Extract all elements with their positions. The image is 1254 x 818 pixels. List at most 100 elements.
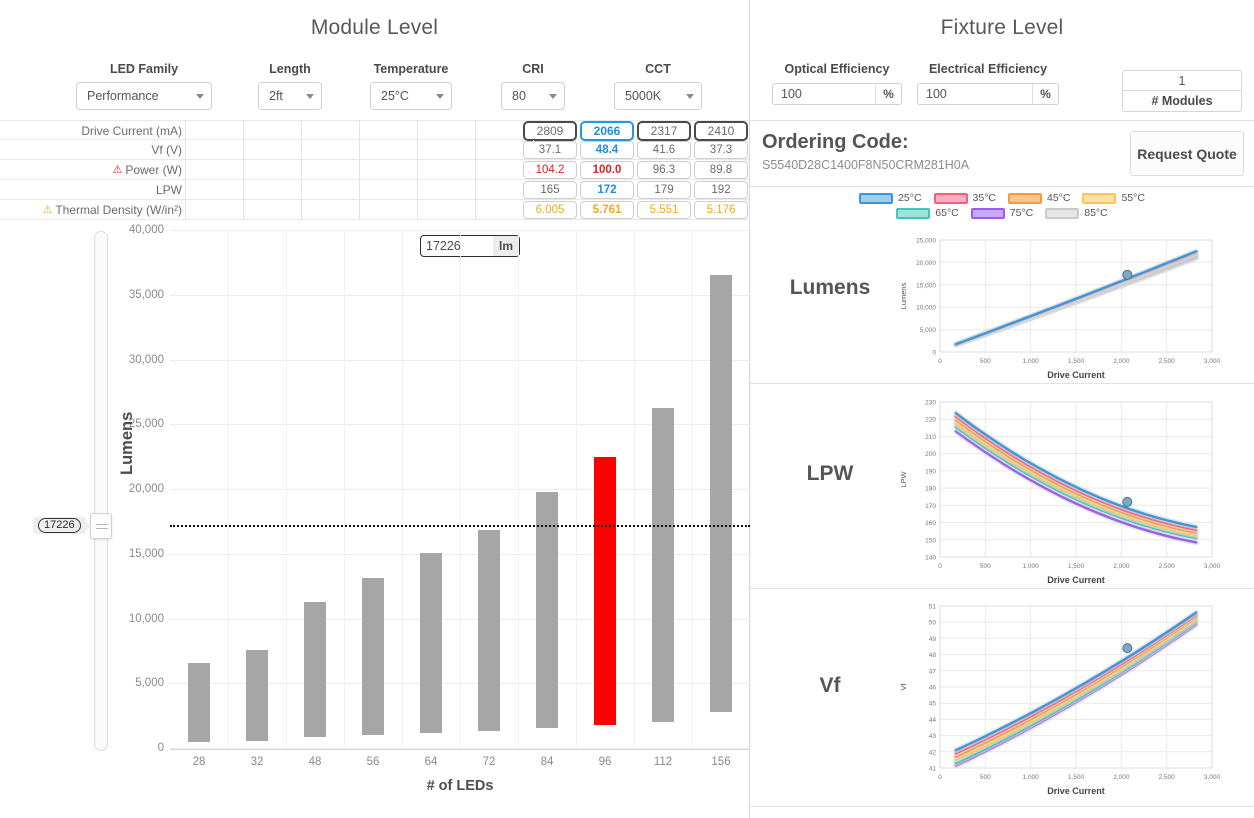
metrics-row-label-text: Vf (V) xyxy=(151,143,182,157)
bar-chart-x-axis xyxy=(170,749,750,750)
bar-chart-bar[interactable] xyxy=(246,650,268,741)
selector-cri[interactable]: CRI 80 xyxy=(501,62,565,110)
selector-temperature[interactable]: Temperature 25°C xyxy=(370,62,452,110)
optical-efficiency-input[interactable]: 100 % xyxy=(772,83,902,105)
bar-chart-bar[interactable] xyxy=(304,602,326,737)
bar-chart-bar[interactable] xyxy=(594,456,616,726)
svg-text:25,000: 25,000 xyxy=(916,238,936,245)
bar-chart-y-tick-label: 30,000 xyxy=(128,353,164,366)
svg-text:2,500: 2,500 xyxy=(1159,358,1176,365)
bar-chart-bar[interactable] xyxy=(536,492,558,729)
table-grid-line xyxy=(417,121,418,141)
bar-chart-x-tick-label: 156 xyxy=(711,756,731,768)
selector-led-family[interactable]: LED Family Performance xyxy=(76,62,212,110)
metrics-cell[interactable]: 2809 xyxy=(523,121,577,141)
module-count-group[interactable]: 1 # Modules xyxy=(1122,70,1242,112)
svg-text:48: 48 xyxy=(929,652,937,659)
metrics-row-label-text: Drive Current (mA) xyxy=(81,124,182,138)
selector-led-family-value: Performance xyxy=(87,89,159,103)
selector-cct-value: 5000K xyxy=(625,89,662,103)
ordering-code-value: S5540D28C1400F8N50CRM281H0A xyxy=(762,158,970,172)
warning-triangle-icon: ⚠ xyxy=(112,163,123,176)
legend-item[interactable]: 45°C xyxy=(1008,192,1070,204)
metrics-row-label-text: LPW xyxy=(155,183,182,197)
svg-text:2,500: 2,500 xyxy=(1159,563,1176,570)
module-level-pane: Module Level LED Family Performance Leng… xyxy=(0,0,751,818)
bar-chart-y-tick-label: 5,000 xyxy=(135,677,164,690)
bar-chart-column-divider xyxy=(402,230,403,748)
selected-operating-point-marker xyxy=(1122,496,1133,507)
plot-lpw-svg: 140 150 160 170 180 190 200 210 220 230 0 500 1,000 1… xyxy=(899,400,1221,586)
table-grid-line xyxy=(185,121,186,141)
metrics-cell: 100.0 xyxy=(580,161,634,179)
svg-text:LPW: LPW xyxy=(899,470,908,487)
metrics-cell[interactable]: 2317 xyxy=(637,121,691,141)
table-grid-line xyxy=(301,121,302,141)
legend-label: 75°C xyxy=(1009,207,1034,219)
metrics-cell[interactable]: 2066 xyxy=(580,121,634,141)
divider-bottom xyxy=(750,806,1254,807)
legend-item[interactable]: 65°C xyxy=(896,207,959,219)
bar-chart-x-tick-label: 96 xyxy=(598,756,612,768)
table-grid-line xyxy=(301,140,302,160)
bar-chart-y-tick-label: 10,000 xyxy=(128,612,164,625)
metrics-cell: 48.4 xyxy=(580,141,634,159)
metrics-cell: 5.176 xyxy=(694,201,748,219)
table-grid-line xyxy=(185,180,186,200)
bar-chart-bar[interactable] xyxy=(188,662,210,742)
svg-text:20,000: 20,000 xyxy=(916,260,936,267)
legend-item[interactable]: 25°C xyxy=(859,192,922,204)
bar-chart-bar[interactable] xyxy=(362,577,384,736)
selected-operating-point-marker xyxy=(1122,643,1133,654)
lumen-slider-value-bubble: 17226 xyxy=(33,517,91,534)
bar-chart-y-tick-label: 15,000 xyxy=(128,547,164,560)
lumen-slider-track[interactable] xyxy=(94,231,108,751)
lumen-slider-thumb[interactable] xyxy=(90,513,112,539)
bar-chart-bar[interactable] xyxy=(652,408,674,722)
bar-chart-column-divider xyxy=(518,230,519,748)
selector-cri-value: 80 xyxy=(512,89,526,103)
lumen-target-input[interactable]: 17226 lm xyxy=(420,235,520,257)
module-count-label: # Modules xyxy=(1122,91,1242,112)
electrical-efficiency-input[interactable]: 100 % xyxy=(917,83,1059,105)
table-grid-line xyxy=(475,140,476,160)
table-grid-line xyxy=(185,140,186,160)
selector-cri-label: CRI xyxy=(522,62,544,76)
svg-text:1,500: 1,500 xyxy=(1068,563,1085,570)
optical-efficiency-group: Optical Efficiency 100 % xyxy=(772,62,902,105)
warning-triangle-icon: ⚠ xyxy=(42,203,53,216)
svg-text:3,000: 3,000 xyxy=(1204,774,1221,781)
svg-text:Lumens: Lumens xyxy=(899,282,908,309)
svg-text:2,500: 2,500 xyxy=(1159,774,1176,781)
module-lumens-bar-chart: Lumens # of LEDs 17226 lm 0 5,000 10,000 15… xyxy=(118,224,751,794)
svg-text:1,000: 1,000 xyxy=(1023,358,1040,365)
svg-text:44: 44 xyxy=(929,717,937,724)
selector-length[interactable]: Length 2ft xyxy=(258,62,322,110)
legend-row: 65°C 75°C 85°C xyxy=(750,207,1254,219)
legend-item[interactable]: 55°C xyxy=(1082,192,1145,204)
metrics-cell[interactable]: 2410 xyxy=(694,121,748,141)
table-grid-line xyxy=(301,200,302,220)
legend-item[interactable]: 85°C xyxy=(1045,207,1108,219)
lumen-threshold-line xyxy=(170,524,750,527)
module-selectors: LED Family Performance Length 2ft Temper… xyxy=(0,62,749,118)
mini-chart-lpw-title: LPW xyxy=(806,462,854,485)
bar-chart-column-divider xyxy=(692,230,693,748)
bar-chart-bar[interactable] xyxy=(710,274,732,712)
legend-color-swatch xyxy=(933,192,968,204)
legend-label: 45°C xyxy=(1047,192,1071,204)
svg-text:0: 0 xyxy=(938,563,942,570)
selector-temperature-label: Temperature xyxy=(373,62,449,76)
table-grid-line xyxy=(243,121,244,141)
module-count-value[interactable]: 1 xyxy=(1122,70,1242,91)
table-grid-line xyxy=(301,160,302,180)
legend-item[interactable]: 75°C xyxy=(970,207,1034,219)
svg-text:2,000: 2,000 xyxy=(1113,774,1130,781)
request-quote-button[interactable]: Request Quote xyxy=(1130,131,1244,176)
bar-chart-bar[interactable] xyxy=(478,530,500,732)
bar-chart-bar[interactable] xyxy=(420,553,442,734)
metrics-cell: 192 xyxy=(694,181,748,199)
legend-item[interactable]: 35°C xyxy=(933,192,996,204)
metrics-row: ⚠ Power (W) 104.2 100.0 96.3 89.8 xyxy=(0,160,749,180)
selector-cct[interactable]: CCT 5000K xyxy=(614,62,702,110)
